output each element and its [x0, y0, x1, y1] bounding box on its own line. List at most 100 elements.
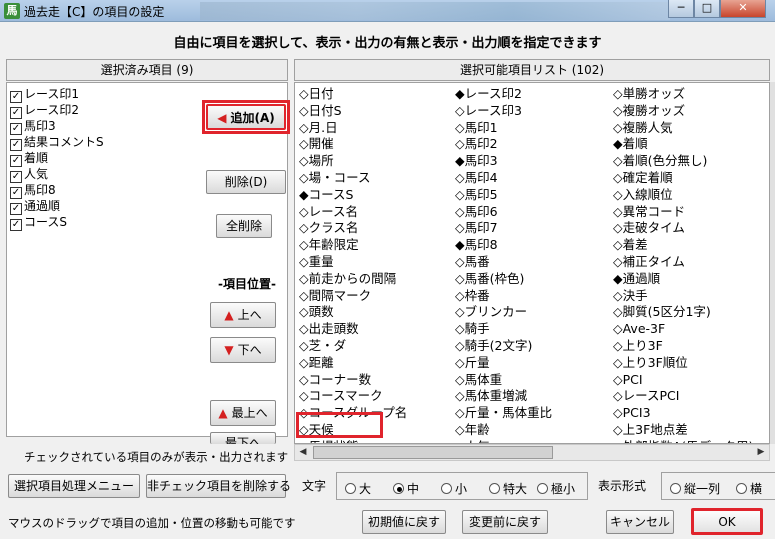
minimize-button[interactable]: ─ [668, 0, 694, 18]
available-item[interactable]: ◇Ave-3F [613, 321, 766, 338]
selected-item[interactable]: ✓ レース印2 [10, 102, 79, 119]
vertical-scrollbar[interactable] [770, 82, 775, 444]
available-item[interactable]: ◇日付 [299, 86, 407, 103]
radio-icon[interactable] [537, 483, 548, 494]
font-size-option[interactable]: 特大 [489, 480, 527, 497]
available-item[interactable]: ◇脚質(5区分1字) [613, 304, 766, 321]
available-item[interactable]: ◇コーナー数 [299, 372, 407, 389]
available-item[interactable]: ◇馬印6 [455, 204, 552, 221]
checkbox-icon[interactable]: ✓ [10, 219, 22, 231]
available-item[interactable]: ◇距離 [299, 355, 407, 372]
available-item[interactable]: ◇入線順位 [613, 187, 766, 204]
available-item[interactable]: ◇異常コード [613, 204, 766, 221]
available-item[interactable]: ◇馬印5 [455, 187, 552, 204]
radio-icon[interactable] [393, 483, 404, 494]
available-item[interactable]: ◆着順 [613, 136, 766, 153]
available-item[interactable]: ◇間隔マーク [299, 288, 407, 305]
available-item[interactable]: ◇月.日 [299, 120, 407, 137]
available-item[interactable]: ◇着差 [613, 237, 766, 254]
selected-item[interactable]: ✓ 通過順 [10, 198, 60, 215]
available-item[interactable]: ◇馬印4 [455, 170, 552, 187]
add-button[interactable]: ◀ 追加(A) [206, 104, 286, 130]
horizontal-scrollbar[interactable]: ◀ ▶ [294, 444, 770, 461]
available-item[interactable]: ◇年齢 [455, 422, 552, 439]
display-format-option[interactable]: 縦一列 [670, 480, 720, 497]
available-item[interactable]: ◇ブリンカー [455, 304, 552, 321]
available-item[interactable]: ◇補正タイム [613, 254, 766, 271]
available-item[interactable]: ◆コースS [299, 187, 407, 204]
display-format-option[interactable]: 横 [736, 480, 762, 497]
selection-menu-button[interactable]: 選択項目処理メニュー [8, 474, 140, 498]
move-up-button[interactable]: ▲ 上へ [210, 302, 276, 328]
maximize-button[interactable]: □ [694, 0, 720, 18]
available-item[interactable]: ◇着順(色分無し) [613, 153, 766, 170]
radio-icon[interactable] [441, 483, 452, 494]
close-button[interactable]: ✕ [720, 0, 766, 18]
available-item[interactable]: ◇場所 [299, 153, 407, 170]
available-item[interactable]: ◇コースマーク [299, 388, 407, 405]
available-item[interactable]: ◇重量 [299, 254, 407, 271]
available-item[interactable]: ◇レース印3 [455, 103, 552, 120]
available-item[interactable]: ◇決手 [613, 288, 766, 305]
move-down-button[interactable]: ▼ 下へ [210, 337, 276, 363]
delete-all-button[interactable]: 全削除 [216, 214, 272, 238]
available-item[interactable]: ◇馬番 [455, 254, 552, 271]
selected-item[interactable]: ✓ コースS [10, 214, 67, 231]
available-item[interactable]: ◇馬印7 [455, 220, 552, 237]
font-size-option[interactable]: 小 [441, 480, 467, 497]
available-item[interactable]: ◇馬印2 [455, 136, 552, 153]
available-item[interactable]: ◇上り3F [613, 338, 766, 355]
available-item[interactable]: ◇馬体重 [455, 372, 552, 389]
available-item[interactable]: ◇馬体重増減 [455, 388, 552, 405]
selected-items-list[interactable]: ✓ レース印1 ✓ レース印2 ✓ 馬印3 ✓ 結果コメントS ✓ 着順 ✓ 人気 ✓ 馬印8 ✓ 通過順 ✓ コ… [6, 82, 288, 437]
available-item[interactable]: ◇出走頭数 [299, 321, 407, 338]
selected-item[interactable]: ✓ 人気 [10, 166, 48, 183]
radio-icon[interactable] [345, 483, 356, 494]
available-item[interactable]: ◇場・コース [299, 170, 407, 187]
ok-button[interactable]: OK [691, 508, 763, 535]
available-items-list[interactable]: ◇日付 ◇日付S ◇月.日 ◇開催 ◇場所 ◇場・コース ◆コースS ◇レース名 ◇クラス名 ◇年… [294, 82, 770, 444]
available-item[interactable]: ◇クラス名 [299, 220, 407, 237]
scroll-left-arrow-icon[interactable]: ◀ [295, 445, 311, 460]
available-item[interactable]: ◇レース名 [299, 204, 407, 221]
available-item[interactable]: ◇馬番(枠色) [455, 271, 552, 288]
delete-button[interactable]: 削除(D) [206, 170, 286, 194]
cancel-button[interactable]: キャンセル [606, 510, 674, 534]
available-item[interactable]: ◇複勝人気 [613, 120, 766, 137]
available-item[interactable]: ◇騎手 [455, 321, 552, 338]
available-item[interactable]: ◇騎手(2文字) [455, 338, 552, 355]
available-item[interactable]: ◇上り3F順位 [613, 355, 766, 372]
available-item[interactable]: ◆馬印3 [455, 153, 552, 170]
title-bar[interactable]: 馬 過去走【C】の項目の設定 ─ □ ✕ [0, 0, 775, 22]
font-size-option[interactable]: 中 [393, 480, 419, 497]
remove-unchecked-button[interactable]: 非チェック項目を削除する [146, 474, 291, 498]
reset-defaults-button[interactable]: 初期値に戻す [362, 510, 446, 534]
scroll-right-arrow-icon[interactable]: ▶ [753, 445, 769, 460]
radio-icon[interactable] [736, 483, 747, 494]
scroll-thumb[interactable] [313, 446, 553, 459]
available-item[interactable]: ◇斤量・馬体重比 [455, 405, 552, 422]
selected-item[interactable]: ✓ レース印1 [10, 86, 79, 103]
available-item[interactable]: ◇日付S [299, 103, 407, 120]
font-size-option[interactable]: 極小 [537, 480, 575, 497]
available-item[interactable]: ◇上3F地点差 [613, 422, 766, 439]
available-item[interactable]: ◇開催 [299, 136, 407, 153]
available-item[interactable]: ◇PCI [613, 372, 766, 389]
selected-item[interactable]: ✓ 馬印3 [10, 118, 56, 135]
available-item[interactable]: ◇年齢限定 [299, 237, 407, 254]
available-item[interactable]: ◇PCI3 [613, 405, 766, 422]
available-item[interactable]: ◇確定着順 [613, 170, 766, 187]
available-item[interactable]: ◆通過順 [613, 271, 766, 288]
selected-item[interactable]: ✓ 結果コメントS [10, 134, 104, 151]
available-item[interactable]: ◇前走からの間隔 [299, 271, 407, 288]
move-bottom-button[interactable]: 最下へ [210, 432, 276, 444]
available-item[interactable]: ◇頭数 [299, 304, 407, 321]
revert-changes-button[interactable]: 変更前に戻す [462, 510, 548, 534]
available-item[interactable]: ◇芝・ダ [299, 338, 407, 355]
radio-icon[interactable] [670, 483, 681, 494]
radio-icon[interactable] [489, 483, 500, 494]
selected-item[interactable]: ✓ 馬印8 [10, 182, 56, 199]
available-item[interactable]: ◇馬印1 [455, 120, 552, 137]
available-item[interactable]: ◆レース印2 [455, 86, 552, 103]
available-item[interactable]: ◇斤量 [455, 355, 552, 372]
